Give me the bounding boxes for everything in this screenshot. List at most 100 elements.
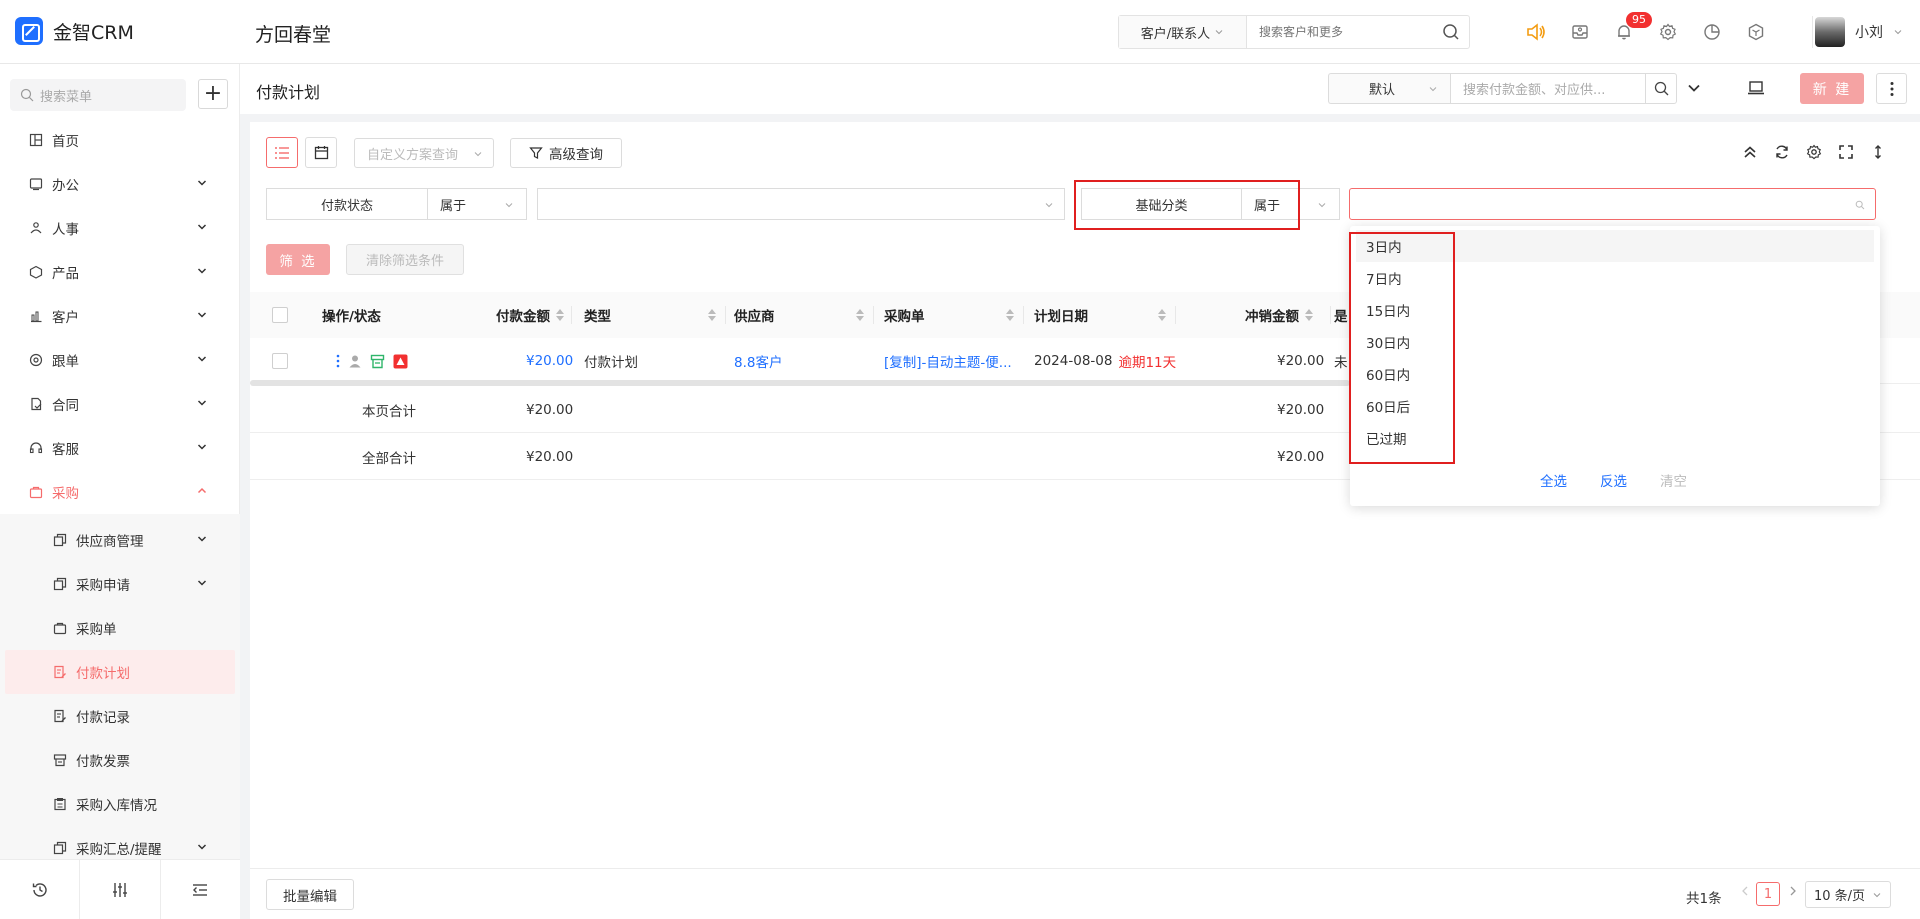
filter-operator-select[interactable]: 属于 bbox=[1241, 188, 1340, 220]
filter-field-payment-status[interactable]: 付款状态 bbox=[266, 188, 427, 220]
select-all-checkbox[interactable] bbox=[272, 307, 288, 323]
view-select[interactable]: 默认 bbox=[1328, 73, 1450, 104]
dropdown-option[interactable]: 60日后 bbox=[1356, 390, 1874, 422]
filter-button[interactable]: 筛 选 bbox=[266, 244, 330, 275]
filter-operator-select[interactable]: 属于 bbox=[427, 188, 527, 220]
fullscreen-button[interactable] bbox=[1836, 142, 1856, 162]
sidebar-item-office[interactable]: 办公 bbox=[0, 162, 240, 206]
column-header-order[interactable]: 采购单 bbox=[884, 292, 1022, 338]
sidebar-item-payment-record[interactable]: 付款记录 bbox=[0, 694, 240, 738]
sidebar-item-purchase-inbound[interactable]: 采购入库情况 bbox=[0, 782, 240, 826]
sidebar-item-contract[interactable]: 合同 bbox=[0, 382, 240, 426]
row-checkbox[interactable] bbox=[272, 353, 288, 369]
sidebar-item-customer[interactable]: 客户 bbox=[0, 294, 240, 338]
page-size-select[interactable]: 10 条/页 bbox=[1805, 881, 1891, 908]
clear-selection-button[interactable]: 清空 bbox=[1660, 470, 1687, 490]
sidebar-item-payment-plan[interactable]: 付款计划 bbox=[5, 650, 235, 694]
app-button[interactable] bbox=[1734, 16, 1778, 48]
sidebar-item-payment-invoice[interactable]: 付款发票 bbox=[0, 738, 240, 782]
sidebar-item-supplier[interactable]: 供应商管理 bbox=[0, 518, 240, 562]
select-all-button[interactable]: 全选 bbox=[1540, 470, 1567, 490]
chevron-right-icon[interactable] bbox=[1788, 885, 1798, 897]
add-menu-button[interactable]: + bbox=[198, 79, 228, 109]
sidebar-item-purchase-request[interactable]: 采购申请 bbox=[0, 562, 240, 606]
clear-filter-button[interactable]: 清除筛选条件 bbox=[346, 244, 464, 275]
column-settings-button[interactable] bbox=[1804, 142, 1824, 162]
current-page-button[interactable]: 1 bbox=[1756, 882, 1780, 906]
notification-button[interactable]: 95 bbox=[1602, 12, 1652, 48]
sort-icon bbox=[856, 309, 864, 321]
column-separator bbox=[725, 306, 726, 324]
sidebar-item-product[interactable]: 产品 bbox=[0, 250, 240, 294]
page-search-button[interactable] bbox=[1645, 73, 1677, 104]
sidebar: 搜索菜单 + 首页 办公 人事 产品 客户 跟单 合同 客服 采购 供应商管理 … bbox=[0, 64, 240, 919]
search-options-dropdown[interactable] bbox=[1686, 80, 1702, 100]
select-all-cell[interactable] bbox=[272, 292, 288, 338]
more-button[interactable] bbox=[1876, 73, 1907, 104]
inbox-button[interactable] bbox=[1558, 16, 1602, 48]
brand[interactable]: 金智CRM bbox=[15, 17, 134, 45]
calendar-view-button[interactable] bbox=[305, 137, 337, 168]
customize-button[interactable] bbox=[80, 860, 161, 919]
page-size-value: 10 条/页 bbox=[1814, 889, 1866, 904]
chevron-down-icon bbox=[197, 224, 207, 230]
column-header-writeoff[interactable]: 冲销金额 bbox=[1245, 292, 1313, 338]
warning-icon[interactable] bbox=[393, 354, 408, 369]
row-checkbox-cell[interactable] bbox=[272, 338, 288, 384]
dropdown-option[interactable]: 15日内 bbox=[1356, 294, 1874, 326]
dropdown-option[interactable]: 30日内 bbox=[1356, 326, 1874, 358]
list-view-button[interactable] bbox=[266, 137, 298, 168]
sidebar-item-hr[interactable]: 人事 bbox=[0, 206, 240, 250]
dropdown-option[interactable]: 已过期 bbox=[1356, 422, 1874, 454]
sidebar-item-purchase[interactable]: 采购 bbox=[0, 470, 240, 514]
global-search-button[interactable] bbox=[1433, 16, 1469, 48]
sidebar-item-label: 首页 bbox=[52, 134, 79, 150]
menu-search-input[interactable]: 搜索菜单 bbox=[10, 79, 186, 111]
user-menu[interactable]: 小刘 bbox=[1812, 16, 1903, 48]
dropdown-option[interactable]: 60日内 bbox=[1356, 358, 1874, 390]
sidebar-item-purchase-order[interactable]: 采购单 bbox=[0, 606, 240, 650]
import-button[interactable] bbox=[1747, 79, 1765, 101]
filter-value-select[interactable] bbox=[537, 188, 1065, 220]
cell-amount[interactable]: ¥20.00 bbox=[526, 338, 573, 384]
advanced-query-button[interactable]: 高级查询 bbox=[510, 138, 622, 168]
page-search-input[interactable]: 搜索付款金额、对应供... bbox=[1450, 73, 1646, 104]
column-header-amount[interactable]: 付款金额 bbox=[496, 292, 564, 338]
copy-icon bbox=[52, 840, 68, 856]
dropdown-option[interactable]: 7日内 bbox=[1356, 262, 1874, 294]
announcement-button[interactable] bbox=[1514, 16, 1558, 48]
filter-field-basic-category[interactable]: 基础分类 bbox=[1081, 188, 1241, 220]
chevron-down-icon bbox=[197, 312, 207, 318]
chevron-down-icon bbox=[1688, 84, 1700, 92]
row-height-button[interactable] bbox=[1868, 142, 1888, 162]
chevron-left-icon[interactable] bbox=[1740, 885, 1750, 897]
dropdown-option[interactable]: 3日内 bbox=[1356, 230, 1874, 262]
custom-scheme-select[interactable]: 自定义方案查询 bbox=[354, 138, 494, 168]
collapse-filter-button[interactable] bbox=[1740, 142, 1760, 162]
new-button[interactable]: 新 建 bbox=[1800, 73, 1864, 104]
settings-button[interactable] bbox=[1646, 16, 1690, 48]
invoice-status-icon[interactable] bbox=[370, 354, 385, 369]
user-icon[interactable] bbox=[348, 354, 362, 368]
global-search-input[interactable] bbox=[1247, 16, 1433, 48]
sort-icon bbox=[708, 309, 716, 321]
collapse-sidebar-button[interactable] bbox=[161, 860, 240, 919]
column-header-plan-date[interactable]: 计划日期 bbox=[1034, 292, 1174, 338]
cell-supplier[interactable]: 8.8客户 bbox=[734, 338, 782, 384]
invert-selection-button[interactable]: 反选 bbox=[1600, 470, 1627, 490]
report-button[interactable] bbox=[1690, 16, 1734, 48]
sidebar-item-home[interactable]: 首页 bbox=[0, 118, 240, 162]
history-button[interactable] bbox=[0, 860, 81, 919]
column-header-supplier[interactable]: 供应商 bbox=[734, 292, 872, 338]
column-header-extra[interactable]: 是 bbox=[1334, 292, 1348, 338]
more-vertical-icon[interactable] bbox=[336, 354, 340, 368]
global-search-type-select[interactable]: 客户/联系人 bbox=[1119, 16, 1247, 48]
sidebar-item-service[interactable]: 客服 bbox=[0, 426, 240, 470]
table-footer: 批量编辑 共1条 1 10 条/页 bbox=[250, 868, 1920, 919]
batch-edit-button[interactable]: 批量编辑 bbox=[266, 879, 354, 910]
refresh-button[interactable] bbox=[1772, 142, 1792, 162]
cell-order[interactable]: [复制]-自动主题-便... bbox=[884, 338, 1012, 384]
filter-value-input[interactable] bbox=[1349, 188, 1876, 220]
sidebar-item-follow[interactable]: 跟单 bbox=[0, 338, 240, 382]
column-header-type[interactable]: 类型 bbox=[584, 292, 724, 338]
